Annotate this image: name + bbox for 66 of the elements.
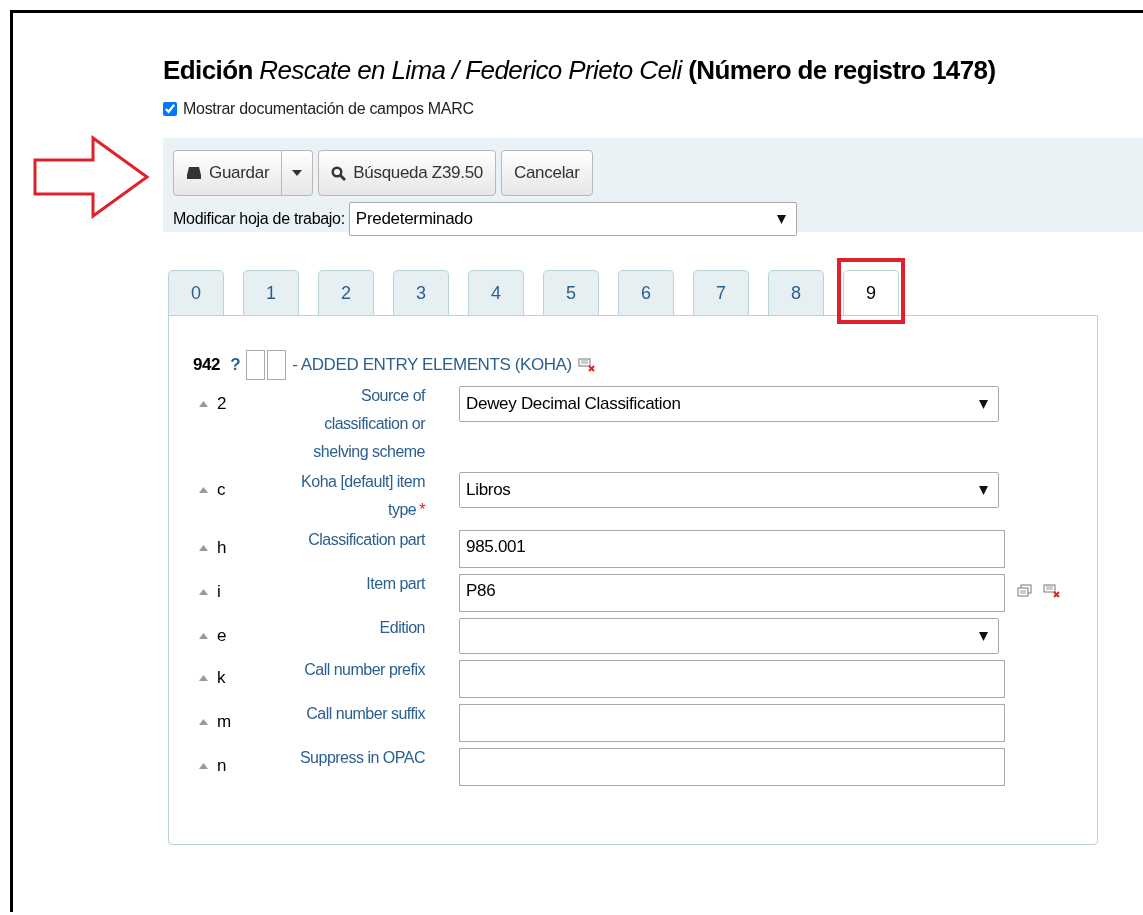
- subfield-label: Koha [default] item type *: [300, 472, 425, 520]
- dropdown-arrow-icon: [979, 485, 988, 495]
- field-title[interactable]: - ADDED ENTRY ELEMENTS (KOHA): [292, 355, 572, 375]
- worksheet-select[interactable]: Predeterminado: [348, 202, 797, 236]
- subfield-select[interactable]: [459, 618, 999, 654]
- search-icon: [331, 165, 347, 181]
- subfield-label: Call number suffix: [305, 704, 425, 724]
- docs-label: Mostrar documentación de campos MARC: [183, 100, 474, 118]
- tab[interactable]: 9: [843, 270, 899, 315]
- cancel-button[interactable]: Cancelar: [501, 150, 593, 196]
- subfield-label: Item part: [365, 574, 425, 594]
- delete-icon[interactable]: [1043, 584, 1061, 598]
- subfield-code: m: [217, 712, 232, 732]
- dropdown-arrow-icon: [979, 631, 988, 641]
- subfield-input[interactable]: [459, 748, 1005, 786]
- move-up-icon[interactable]: [199, 545, 208, 551]
- tab[interactable]: 6: [618, 270, 674, 315]
- subfield-code: 2: [217, 394, 227, 414]
- tab[interactable]: 8: [768, 270, 824, 315]
- subfield-select[interactable]: Libros: [459, 472, 999, 508]
- tab[interactable]: 3: [393, 270, 449, 315]
- tab[interactable]: 0: [168, 270, 224, 315]
- subfield-label: Suppress in OPAC: [298, 748, 425, 768]
- indicator-field[interactable]: [267, 350, 287, 380]
- save-button[interactable]: Guardar: [173, 150, 283, 196]
- copy-icon[interactable]: [1017, 584, 1033, 598]
- move-up-icon[interactable]: [199, 719, 208, 725]
- tab[interactable]: 5: [543, 270, 599, 315]
- tab[interactable]: 1: [243, 270, 299, 315]
- move-up-icon[interactable]: [199, 589, 208, 595]
- subfield-code: n: [217, 756, 227, 776]
- caret-icon: [292, 170, 303, 176]
- field-tag: 942: [193, 355, 221, 375]
- page-title: Edición Rescate en Lima / Federico Prieto Celi (Número de registro 1478): [163, 55, 996, 85]
- subfield-input[interactable]: [459, 660, 1005, 698]
- indicator-field[interactable]: [246, 350, 266, 380]
- subfield-code: h: [217, 538, 227, 558]
- help-link[interactable]: ?: [230, 355, 241, 375]
- search-button[interactable]: Búsqueda Z39.50: [318, 150, 496, 196]
- subfield-input[interactable]: [459, 704, 1005, 742]
- dropdown-arrow-icon: [979, 399, 988, 409]
- subfield-label: Call number prefix: [303, 660, 425, 680]
- subfield-code: e: [217, 626, 227, 646]
- delete-icon[interactable]: [577, 358, 596, 372]
- tab[interactable]: 7: [693, 270, 749, 315]
- move-up-icon[interactable]: [199, 675, 208, 681]
- tab[interactable]: 4: [468, 270, 524, 315]
- move-up-icon[interactable]: [199, 633, 208, 639]
- move-up-icon[interactable]: [199, 487, 208, 493]
- subfield-label: Classification part: [307, 530, 425, 550]
- docs-checkbox[interactable]: [163, 102, 177, 116]
- dropdown-arrow-icon: [776, 214, 786, 224]
- subfield-code: k: [217, 668, 226, 688]
- tab[interactable]: 2: [318, 270, 374, 315]
- subfield-label: Edition: [378, 618, 425, 638]
- dropdown-button[interactable]: [282, 150, 314, 196]
- subfield-select[interactable]: Dewey Decimal Classification: [459, 386, 999, 422]
- subfield-input[interactable]: 985.001: [459, 530, 1005, 568]
- move-up-icon[interactable]: [199, 401, 208, 407]
- worksheet-label: Modificar hoja de trabajo:: [173, 210, 345, 228]
- subfield-code: c: [217, 480, 226, 500]
- subfield-code: i: [217, 582, 221, 602]
- save-icon: [186, 166, 202, 180]
- subfield-label: Source of classification or shelving scheme: [312, 386, 425, 462]
- subfield-input[interactable]: P86: [459, 574, 1005, 612]
- move-up-icon[interactable]: [199, 763, 208, 769]
